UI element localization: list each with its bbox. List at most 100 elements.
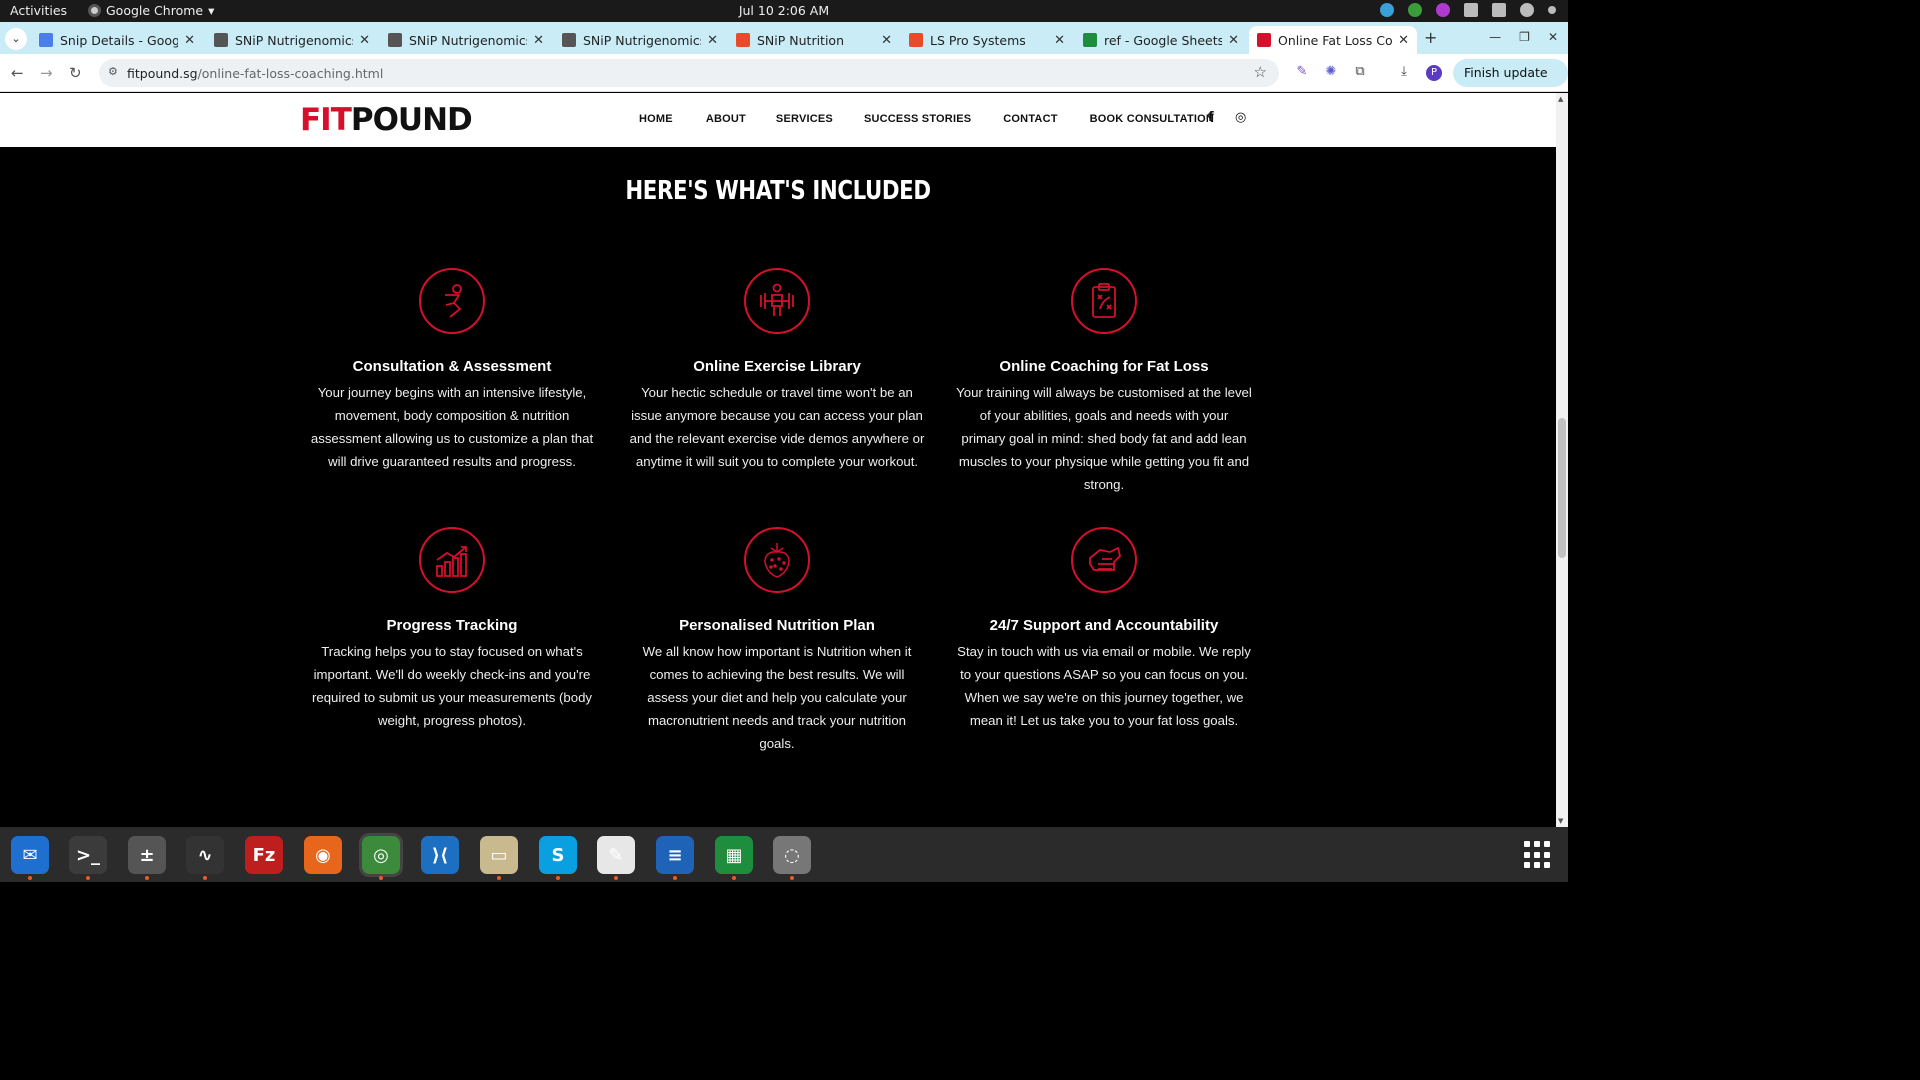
chevron-down-icon[interactable] [1548,6,1556,14]
restore-icon[interactable]: ❐ [1519,30,1530,44]
chrome-icon[interactable]: ◎ [359,833,403,880]
instagram-icon[interactable]: ◎ [1235,110,1246,125]
close-tab-icon[interactable]: ✕ [707,33,718,48]
extensions-puzzle-icon[interactable]: ⧉ [1352,64,1368,80]
nav-success-stories[interactable]: SUCCESS STORIES [864,113,971,125]
finish-update-button[interactable]: Finish update ⋮ [1453,59,1568,108]
nav-services[interactable]: SERVICES [776,113,833,125]
close-tab-icon[interactable]: ✕ [359,33,370,48]
bar-chart-icon [419,527,485,593]
profile-avatar[interactable]: P [1426,65,1442,81]
skype-icon[interactable]: S [539,836,577,880]
close-tab-icon[interactable]: ✕ [1228,33,1239,48]
close-tab-icon[interactable]: ✕ [1398,33,1409,48]
volume-icon[interactable] [1492,3,1506,17]
chevron-down-icon: ▾ [208,3,215,18]
close-tab-icon[interactable]: ✕ [533,33,544,48]
calc-icon[interactable]: ▦ [715,836,753,880]
site-info-icon[interactable]: ⚙ [108,65,121,78]
logo-fit: FIT [300,102,352,138]
feature-title: Online Coaching for Fat Loss [999,358,1209,375]
close-tab-icon[interactable]: ✕ [1054,33,1065,48]
fist-icon [1071,527,1137,593]
tab-title: LS Pro Systems [930,32,1026,48]
bookmark-star-icon[interactable]: ☆ [1254,63,1267,81]
close-icon[interactable]: ✕ [1548,30,1558,44]
pen-extension-icon[interactable]: ✎ [1294,64,1310,80]
app-menu[interactable]: Google Chrome ▾ [88,3,214,18]
disc-icon[interactable]: ◌ [773,836,811,880]
gear-extension-icon[interactable]: ✺ [1323,64,1339,80]
thunderbird-icon[interactable]: ✉ [11,836,49,880]
tab-3[interactable]: SNiP Nutrigenomics ✕ [380,26,552,54]
close-tab-icon[interactable]: ✕ [881,33,892,48]
minimize-icon[interactable]: — [1489,30,1501,44]
favicon-icon [1257,33,1271,47]
dock-glyph: S [551,844,565,866]
tab-8[interactable]: Online Fat Loss Coac ✕ [1249,26,1417,54]
feature-title: 24/7 Support and Accountability [989,617,1219,634]
back-icon[interactable]: ← [11,64,24,82]
running-indicator [556,876,560,880]
nav-home[interactable]: HOME [639,113,673,125]
terminal-icon[interactable]: >_ [69,836,107,880]
window-controls: — ❐ ✕ [1489,30,1558,44]
clock[interactable]: Jul 10 2:06 AM [0,3,1568,18]
tab-6[interactable]: LS Pro Systems ✕ [901,26,1073,54]
logo-pound: POUND [350,102,473,138]
tab-search-button[interactable]: ⌄ [5,28,27,50]
dock-glyph: ✎ [608,844,624,866]
scroll-down-icon[interactable]: ▼ [1558,817,1563,825]
feature-online-coaching: Online Coaching for Fat Loss Your traini… [954,268,1254,496]
network-icon[interactable] [1464,3,1478,17]
running-indicator [203,876,207,880]
reload-icon[interactable]: ↻ [69,64,82,82]
tab-title: ref - Google Sheets [1104,32,1223,48]
firefox-icon[interactable]: ◉ [304,836,342,874]
tab-1[interactable]: Snip Details - Google ✕ [31,26,203,54]
forward-icon[interactable]: → [40,64,53,82]
dock-glyph: ◌ [784,844,800,866]
running-indicator [673,876,677,880]
download-icon[interactable]: ⤓ [1396,64,1412,80]
facebook-icon[interactable]: f [1208,110,1214,125]
dock-glyph: ≡ [667,844,683,866]
calculator-icon[interactable]: ± [128,836,166,880]
activities-button[interactable]: Activities [10,3,67,18]
scrollbar-thumb[interactable] [1558,418,1566,558]
tab-4[interactable]: SNiP Nutrigenomics ✕ [554,26,726,54]
nav-contact[interactable]: CONTACT [1003,113,1057,125]
power-icon[interactable] [1520,3,1534,17]
chrome-icon [88,4,101,17]
finish-update-label: Finish update [1464,65,1548,80]
address-bar[interactable]: ⚙ fitpound.sg/online-fat-loss-coaching.h… [99,59,1279,87]
text-editor-icon[interactable]: ✎ [597,836,635,880]
nav-book-consultation[interactable]: BOOK CONSULTATION [1090,113,1214,125]
tab-title: Online Fat Loss Coac [1278,32,1393,48]
tab-7[interactable]: ref - Google Sheets ✕ [1075,26,1247,54]
fitpound-logo[interactable]: FITPOUND [300,102,473,138]
writer-icon[interactable]: ≡ [656,836,694,880]
feature-exercise-library: Online Exercise Library Your hectic sche… [627,268,927,473]
tab-5[interactable]: SNiP Nutrition ✕ [728,26,900,54]
dock-glyph: ◎ [373,844,389,866]
update-icon[interactable] [1380,3,1394,17]
new-tab-button[interactable]: + [1424,28,1437,47]
page-scrollbar[interactable]: ▲ ▼ [1556,93,1568,827]
files-icon[interactable]: ▭ [480,836,518,880]
vscode-icon[interactable]: ⟩⟨ [421,836,459,874]
feature-nutrition-plan: Personalised Nutrition Plan We all know … [627,527,927,755]
system-monitor-icon[interactable]: ∿ [186,836,224,880]
filezilla-icon[interactable]: Fz [245,836,283,874]
scroll-up-icon[interactable]: ▲ [1558,95,1563,103]
url-host: fitpound.sg [127,65,198,81]
tab-2[interactable]: SNiP Nutrigenomics ✕ [206,26,378,54]
color-app-icon[interactable] [1436,3,1450,17]
nav-about[interactable]: ABOUT [706,113,746,125]
system-tray[interactable] [1380,3,1556,17]
close-tab-icon[interactable]: ✕ [184,33,195,48]
system-top-bar: Activities Google Chrome ▾ Jul 10 2:06 A… [0,0,1568,22]
favicon-icon [736,33,750,47]
check-icon[interactable] [1408,3,1422,17]
show-apps-icon[interactable] [1524,841,1552,869]
